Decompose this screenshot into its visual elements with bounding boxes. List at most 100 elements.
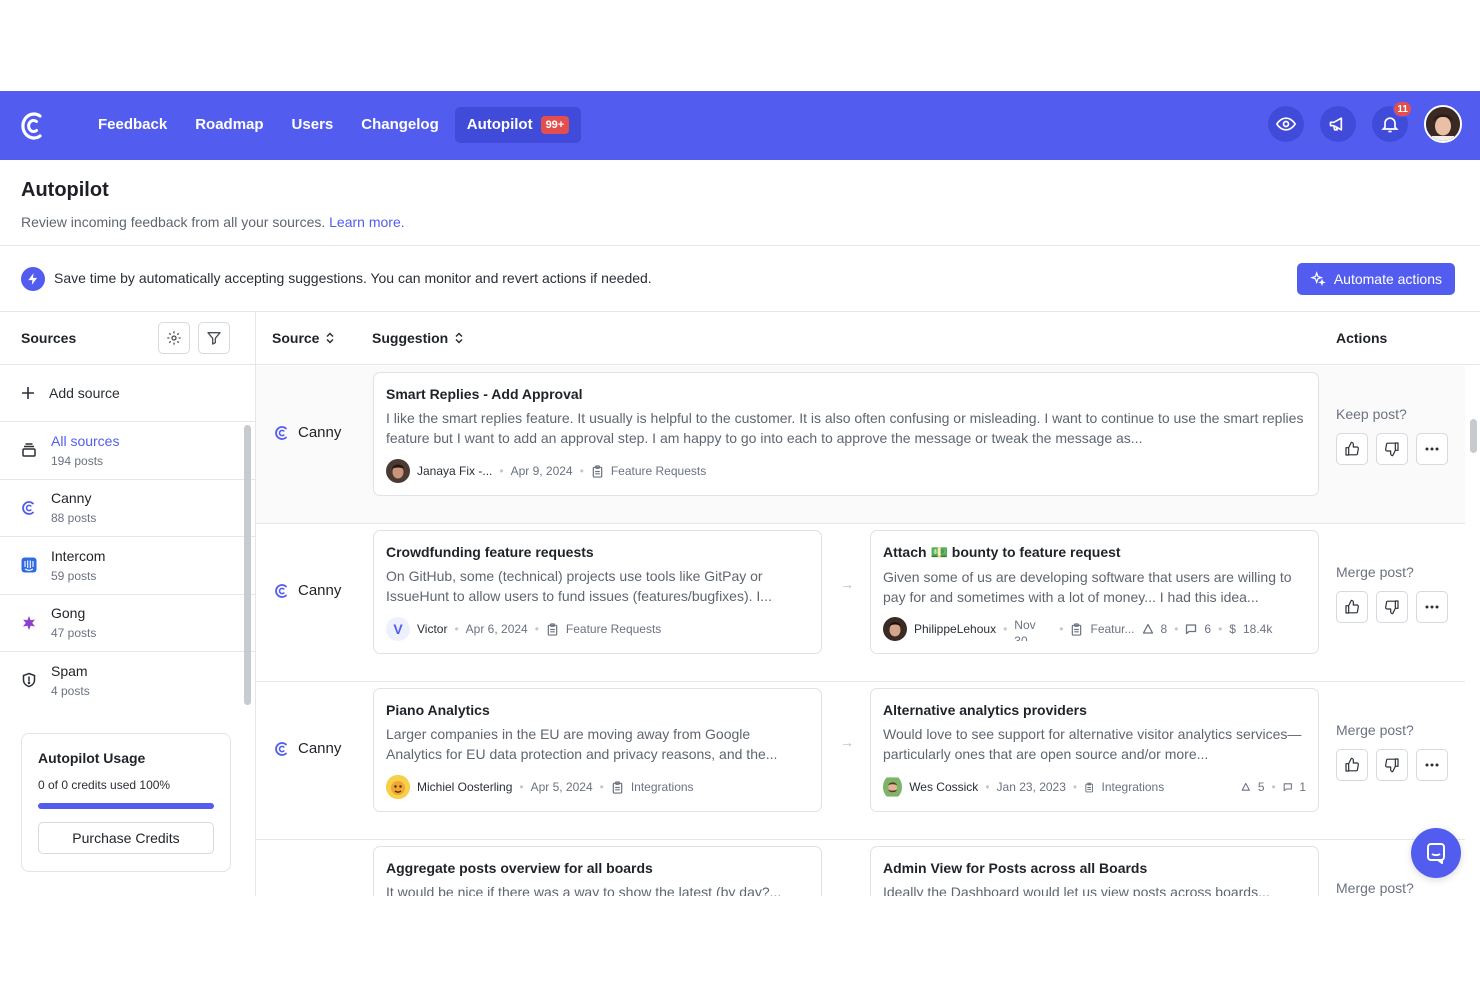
post-body: It would be nice if there was a way to s… <box>386 884 782 896</box>
post-card[interactable]: Piano Analytics Larger companies in the … <box>373 688 822 812</box>
sort-icon <box>455 332 463 344</box>
post-board: Integrations <box>1101 780 1165 794</box>
source-label: Canny <box>298 740 342 757</box>
post-date: Apr 6, 2024 <box>465 622 528 636</box>
merge-target-card[interactable]: Alternative analytics providers Would lo… <box>870 688 1319 812</box>
table-scrollbar[interactable] <box>1470 419 1477 453</box>
post-author: PhilippeLehoux <box>914 622 997 636</box>
sidebar-item-spam[interactable]: Spam 4 posts <box>0 652 255 709</box>
column-label: Source <box>272 330 320 346</box>
view-public-button[interactable] <box>1268 106 1304 142</box>
suggestion-column-header[interactable]: Suggestion <box>372 330 464 346</box>
post-card[interactable]: Aggregate posts overview for all boards … <box>373 846 822 896</box>
post-meta: PhilippeLehoux • Nov 30, 2017 • Featur..… <box>883 617 1306 641</box>
action-question: Merge post? <box>1336 722 1414 738</box>
accept-button[interactable] <box>1336 591 1368 623</box>
support-chat-button[interactable] <box>1411 828 1461 878</box>
post-date: Nov 30, 2017 <box>1014 618 1036 641</box>
separator: • <box>985 780 990 794</box>
upvote-icon <box>1241 782 1251 791</box>
post-date: Jan 23, 2023 <box>996 780 1066 794</box>
more-icon <box>1425 447 1439 451</box>
notifications-button[interactable]: 11 <box>1372 101 1412 142</box>
post-date: Apr 5, 2024 <box>530 780 593 794</box>
more-options-button[interactable] <box>1416 591 1448 623</box>
sidebar-item-intercom[interactable]: Intercom 59 posts <box>0 537 255 595</box>
post-title: Piano Analytics <box>386 702 490 718</box>
user-avatar[interactable] <box>1424 105 1462 143</box>
gong-icon <box>21 615 37 631</box>
learn-more-link[interactable]: Learn more. <box>329 214 404 230</box>
accept-button[interactable] <box>1336 433 1368 465</box>
source-column-header[interactable]: Source <box>272 330 335 346</box>
accept-button[interactable] <box>1336 749 1368 781</box>
nav-item-autopilot[interactable]: Autopilot 99+ <box>454 107 582 143</box>
nav-item-users[interactable]: Users <box>280 107 346 143</box>
post-card[interactable]: Smart Replies - Add Approval I like the … <box>373 372 1319 496</box>
add-source-label: Add source <box>49 385 120 401</box>
row-source: Canny <box>274 740 341 757</box>
nav-actions: 11 <box>1268 101 1462 143</box>
avatar <box>386 775 410 799</box>
announcements-button[interactable] <box>1320 106 1356 142</box>
eye-icon <box>1276 117 1296 131</box>
page-title: Autopilot <box>21 179 109 201</box>
automate-actions-button[interactable]: Automate actions <box>1296 263 1455 295</box>
action-buttons <box>1336 749 1448 781</box>
post-meta: V Victor • Apr 6, 2024 • Feature Request… <box>386 617 661 641</box>
thumbs-up-icon <box>1345 441 1359 456</box>
post-card[interactable]: Crowdfunding feature requests On GitHub,… <box>373 530 822 654</box>
sidebar-item-gong[interactable]: Gong 47 posts <box>0 595 255 652</box>
sidebar-item-canny[interactable]: Canny 88 posts <box>0 480 255 537</box>
post-board: Feature Requests <box>565 622 662 636</box>
notification-count-badge: 11 <box>1393 101 1412 117</box>
column-label: Suggestion <box>372 330 449 346</box>
nav-item-changelog[interactable]: Changelog <box>349 107 451 143</box>
vote-count: 5 <box>1257 780 1265 794</box>
sidebar-item-all-sources[interactable]: All sources 194 posts <box>0 422 255 480</box>
merge-target-card[interactable]: Attach 💵 bounty to feature request Given… <box>870 530 1319 654</box>
source-name: Canny <box>51 490 92 507</box>
post-board: Featur... <box>1090 622 1135 636</box>
settings-button[interactable] <box>158 322 190 354</box>
source-name: All sources <box>51 432 120 449</box>
clipboard-icon <box>1085 782 1094 792</box>
reject-button[interactable] <box>1376 749 1408 781</box>
upvote-icon <box>1142 623 1153 634</box>
reject-button[interactable] <box>1376 591 1408 623</box>
autopilot-usage-card: Autopilot Usage 0 of 0 credits used 100%… <box>21 733 231 872</box>
thumbs-down-icon <box>1385 600 1399 615</box>
app-window: Feedback Roadmap Users Changelog Autopil… <box>0 91 1480 896</box>
nav-item-feedback[interactable]: Feedback <box>86 107 179 143</box>
nav-item-roadmap[interactable]: Roadmap <box>183 107 275 143</box>
scrollbar-thumb[interactable] <box>244 425 251 705</box>
action-buttons <box>1336 433 1448 465</box>
arrow-right-icon: → <box>840 734 854 750</box>
source-label: Canny <box>298 424 342 441</box>
more-icon <box>1425 605 1439 609</box>
source-name: Spam <box>51 662 88 679</box>
bell-icon <box>1381 117 1399 133</box>
canny-icon <box>275 425 287 440</box>
merge-target-card[interactable]: Admin View for Posts across all Boards I… <box>870 846 1319 896</box>
separator: • <box>599 780 604 794</box>
inbox-icon <box>21 442 37 458</box>
canny-logo-icon[interactable] <box>18 109 48 143</box>
page-header: Autopilot Review incoming feedback from … <box>21 179 405 230</box>
action-question: Merge post? <box>1336 564 1414 580</box>
reject-button[interactable] <box>1376 433 1408 465</box>
mrr-value: 18.4k <box>1242 622 1273 636</box>
post-board: Feature Requests <box>610 464 707 478</box>
more-options-button[interactable] <box>1416 749 1448 781</box>
purchase-credits-button[interactable]: Purchase Credits <box>38 822 214 854</box>
action-buttons <box>1336 591 1448 623</box>
comment-icon <box>1283 783 1292 792</box>
clipboard-icon <box>1072 622 1082 636</box>
canny-icon <box>275 741 287 756</box>
filter-button[interactable] <box>198 322 230 354</box>
action-question: Merge post? <box>1336 880 1414 896</box>
add-source-button[interactable]: Add source <box>0 365 255 422</box>
sidebar-scrollbar[interactable] <box>244 425 251 705</box>
more-options-button[interactable] <box>1416 433 1448 465</box>
post-body: Would love to see support for alternativ… <box>883 726 1302 762</box>
